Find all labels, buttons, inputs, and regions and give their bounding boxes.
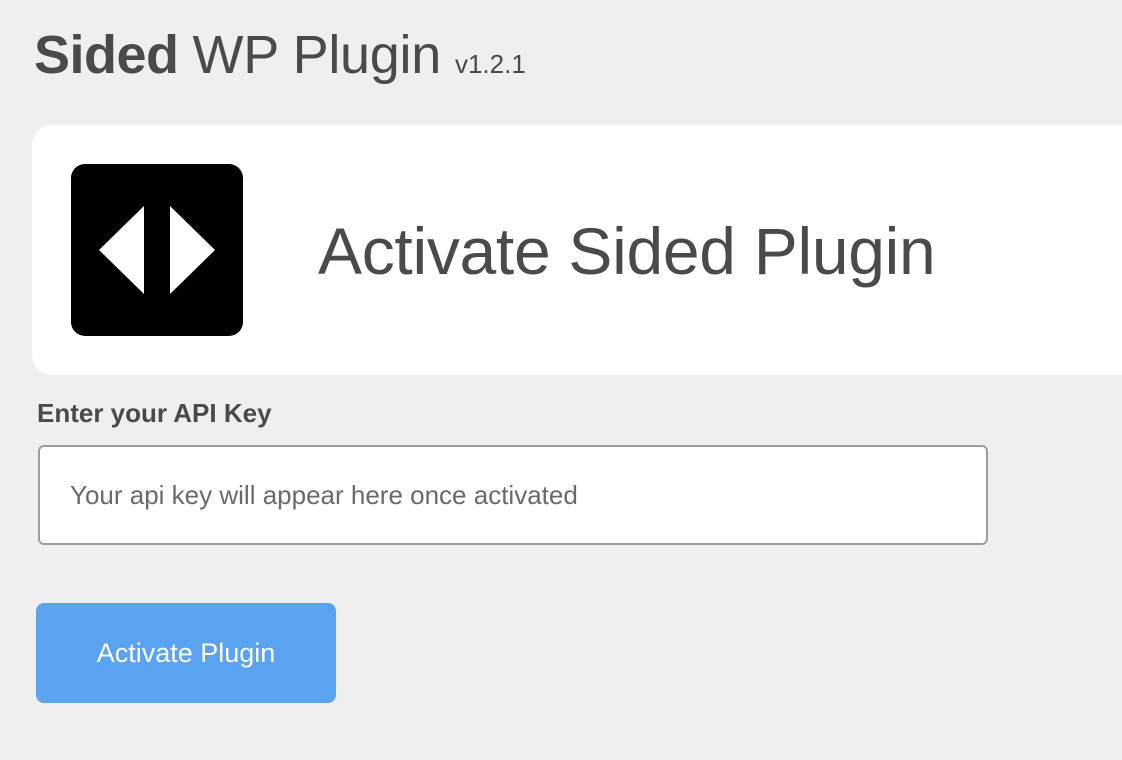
sided-logo-icon (71, 164, 243, 336)
api-key-input[interactable] (38, 445, 988, 545)
page-title: Sided WP Plugin v1.2.1 (34, 24, 526, 96)
left-arrow-shape (99, 206, 144, 294)
card-heading: Activate Sided Plugin (318, 214, 936, 288)
activate-plugin-button[interactable]: Activate Plugin (36, 603, 336, 703)
right-arrow-shape (170, 206, 215, 294)
title-brand: Sided (34, 25, 179, 85)
activation-card: Activate Sided Plugin (32, 125, 1122, 375)
title-product: WP Plugin (192, 25, 442, 85)
plugin-settings-page: Sided WP Plugin v1.2.1 Activate Sided Pl… (0, 0, 1122, 760)
api-key-label: Enter your API Key (37, 398, 272, 428)
version-label: v1.2.1 (454, 49, 526, 79)
logo-arrows-graphic (99, 206, 215, 294)
